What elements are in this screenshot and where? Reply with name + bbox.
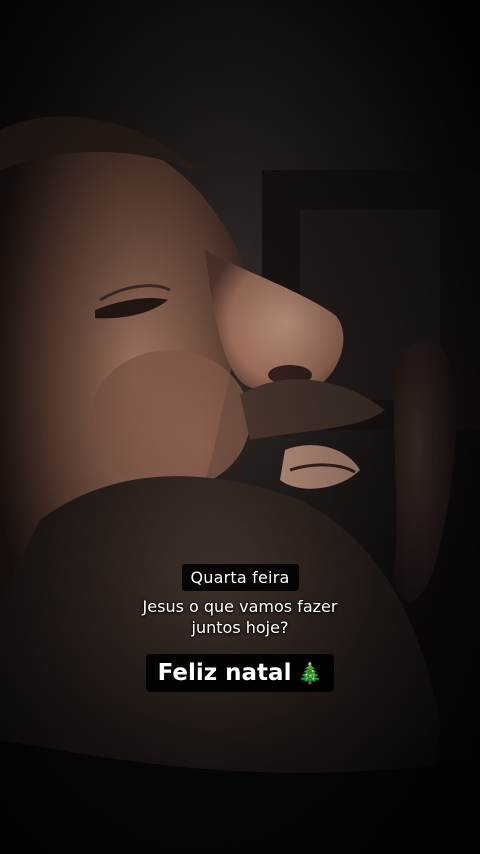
caption-question-line1: Jesus o que vamos fazer <box>142 597 338 616</box>
video-frame <box>0 0 480 854</box>
vignette-overlay <box>0 0 480 854</box>
caption-day-row: Quarta feira <box>0 564 480 591</box>
caption-greeting-text: Feliz natal <box>157 660 292 686</box>
christmas-tree-icon: 🎄 <box>297 661 323 685</box>
caption-day-label: Quarta feira <box>181 564 299 591</box>
caption-greeting: Feliz natal 🎄 <box>145 654 335 692</box>
caption-question-line2: juntos hoje? <box>191 618 289 637</box>
caption-greeting-row: Feliz natal 🎄 <box>0 654 480 692</box>
caption-question: Jesus o que vamos fazer juntos hoje? <box>0 596 480 638</box>
